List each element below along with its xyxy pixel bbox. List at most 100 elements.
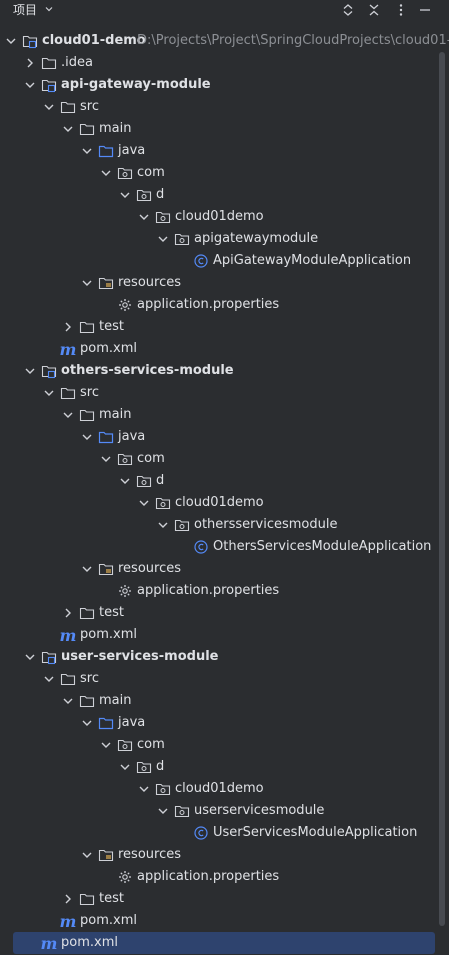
tree-node-pom[interactable]: m pom.xml — [0, 910, 438, 932]
expand-arrow-icon[interactable] — [80, 426, 94, 448]
tree-node-java[interactable]: java — [0, 426, 438, 448]
tree-node-com[interactable]: com — [0, 734, 438, 756]
idea-label: .idea — [61, 55, 93, 70]
expand-arrow-icon[interactable] — [99, 162, 113, 184]
folder-icon — [79, 888, 95, 910]
tree-node-cloud01demo[interactable]: cloud01demo — [0, 492, 438, 514]
tree-node-cloud01demo[interactable]: cloud01demo — [0, 206, 438, 228]
expand-arrow-icon[interactable] — [80, 844, 94, 866]
expand-arrow-icon[interactable] — [80, 558, 94, 580]
expand-arrow-icon[interactable] — [23, 74, 37, 96]
expand-arrow-icon[interactable] — [4, 30, 18, 52]
tree-node-idea[interactable]: .idea — [0, 52, 438, 74]
folder-icon — [79, 602, 95, 624]
collapsed-arrow-icon[interactable] — [61, 602, 75, 624]
tree-node-java[interactable]: java — [0, 712, 438, 734]
tree-node-test[interactable]: test — [0, 316, 438, 338]
tree-node-test[interactable]: test — [0, 602, 438, 624]
tree-node-others-services-module[interactable]: others-services-module — [0, 360, 438, 382]
tree-node-apigatewaymodule[interactable]: apigatewaymodule — [0, 228, 438, 250]
tree-node-d[interactable]: d — [0, 470, 438, 492]
collapse-all-icon[interactable] — [366, 2, 382, 18]
expand-arrow-icon[interactable] — [23, 646, 37, 668]
expand-arrow-icon[interactable] — [137, 492, 151, 514]
properties-label: application.properties — [137, 869, 280, 884]
tree-node-properties[interactable]: application.properties — [0, 866, 438, 888]
main-label: main — [99, 407, 132, 422]
package-icon — [174, 228, 190, 250]
tree-node-resources[interactable]: resources — [0, 558, 438, 580]
gear-icon — [117, 580, 133, 602]
tree-node-test[interactable]: test — [0, 888, 438, 910]
expand-arrow-icon[interactable] — [61, 690, 75, 712]
tree-node-main[interactable]: main — [0, 404, 438, 426]
expand-collapse-icon[interactable] — [340, 2, 356, 18]
expand-arrow-icon[interactable] — [80, 712, 94, 734]
tree-node-pom[interactable]: m pom.xml — [0, 338, 438, 360]
expand-arrow-icon[interactable] — [156, 228, 170, 250]
tree-node-resources[interactable]: resources — [0, 272, 438, 294]
tree-node-othersservicesmodule[interactable]: othersservicesmodule — [0, 514, 438, 536]
package-icon — [155, 206, 171, 228]
tree-node-com[interactable]: com — [0, 162, 438, 184]
expand-arrow-icon[interactable] — [42, 668, 56, 690]
folder-icon — [79, 404, 95, 426]
d-label: d — [156, 187, 165, 202]
tree-node-java[interactable]: java — [0, 140, 438, 162]
expand-arrow-icon[interactable] — [42, 96, 56, 118]
collapsed-arrow-icon[interactable] — [61, 316, 75, 338]
expand-arrow-icon[interactable] — [61, 118, 75, 140]
expand-arrow-icon[interactable] — [118, 756, 132, 778]
minimize-icon[interactable] — [417, 2, 433, 18]
expand-arrow-icon[interactable] — [80, 272, 94, 294]
expand-arrow-icon[interactable] — [137, 778, 151, 800]
tree-node-api-gateway-module[interactable]: api-gateway-module — [0, 74, 438, 96]
maven-icon: m — [59, 625, 77, 645]
folder-icon — [79, 690, 95, 712]
collapsed-arrow-icon[interactable] — [23, 52, 37, 74]
module-label: user-services-module — [61, 649, 219, 664]
tree-node-pom[interactable]: m pom.xml — [0, 624, 438, 646]
class-label: OthersServicesModuleApplication — [213, 539, 432, 554]
source-folder-icon — [98, 140, 114, 162]
tree-node-resources[interactable]: resources — [0, 844, 438, 866]
expand-arrow-icon[interactable] — [42, 382, 56, 404]
tree-node-d[interactable]: d — [0, 756, 438, 778]
tree-node-application-class[interactable]: ApiGatewayModuleApplication — [0, 250, 438, 272]
chevron-down-icon[interactable] — [44, 4, 54, 14]
expand-arrow-icon[interactable] — [23, 360, 37, 382]
expand-arrow-icon[interactable] — [80, 140, 94, 162]
tree-node-d[interactable]: d — [0, 184, 438, 206]
expand-arrow-icon[interactable] — [118, 184, 132, 206]
vertical-scrollbar[interactable] — [439, 52, 445, 926]
tree-node-application-class[interactable]: OthersServicesModuleApplication — [0, 536, 438, 558]
collapsed-arrow-icon[interactable] — [61, 888, 75, 910]
tree-node-src[interactable]: src — [0, 382, 438, 404]
tree-node-main[interactable]: main — [0, 118, 438, 140]
tree-node-src[interactable]: src — [0, 668, 438, 690]
tree-node-root[interactable]: cloud01-demo D:\Projects\Project\SpringC… — [0, 30, 449, 52]
source-folder-icon — [98, 426, 114, 448]
tree-node-user-services-module[interactable]: user-services-module — [0, 646, 438, 668]
expand-arrow-icon[interactable] — [99, 734, 113, 756]
tree-node-src[interactable]: src — [0, 96, 438, 118]
gear-icon — [117, 866, 133, 888]
expand-arrow-icon[interactable] — [118, 470, 132, 492]
tool-window-title[interactable]: 项目 — [13, 1, 37, 18]
expand-arrow-icon[interactable] — [156, 514, 170, 536]
tree-node-userservicesmodule[interactable]: userservicesmodule — [0, 800, 438, 822]
expand-arrow-icon[interactable] — [61, 404, 75, 426]
gear-icon — [117, 294, 133, 316]
tree-node-root-pom[interactable]: m pom.xml — [13, 932, 435, 954]
tree-node-properties[interactable]: application.properties — [0, 580, 438, 602]
tree-node-properties[interactable]: application.properties — [0, 294, 438, 316]
expand-arrow-icon[interactable] — [137, 206, 151, 228]
expand-arrow-icon[interactable] — [156, 800, 170, 822]
expand-arrow-icon[interactable] — [99, 448, 113, 470]
tree-node-com[interactable]: com — [0, 448, 438, 470]
tree-node-cloud01demo[interactable]: cloud01demo — [0, 778, 438, 800]
tree-node-application-class[interactable]: UserServicesModuleApplication — [0, 822, 438, 844]
tree-node-main[interactable]: main — [0, 690, 438, 712]
more-options-icon[interactable] — [393, 2, 409, 18]
class-icon — [193, 250, 209, 272]
